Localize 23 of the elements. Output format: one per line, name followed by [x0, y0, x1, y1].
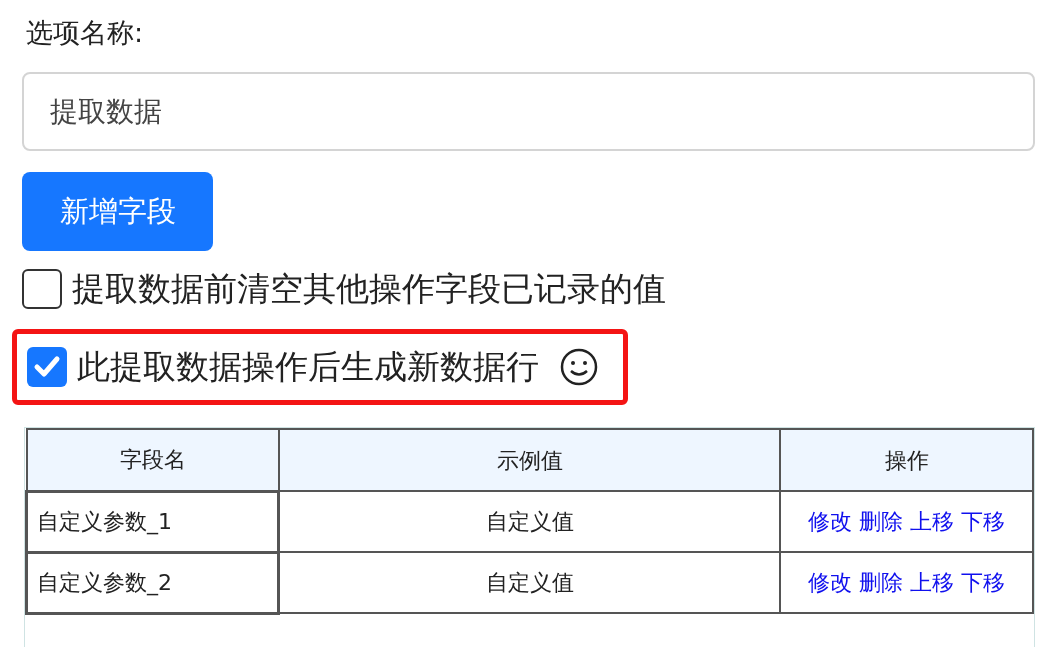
field-label: 选项名称: — [25, 16, 144, 50]
action-link[interactable]: 上移 — [910, 570, 955, 595]
column-header: 字段名 — [26, 429, 279, 491]
input-field[interactable]: 提取数据 — [22, 72, 1035, 151]
smiley-icon — [559, 347, 599, 387]
action-link[interactable]: 删除 — [859, 570, 904, 595]
action-link[interactable]: 下移 — [961, 509, 1006, 534]
action-link[interactable]: 上移 — [910, 509, 955, 534]
add-field-button[interactable]: 新增字段 — [22, 172, 213, 251]
action-link[interactable]: 修改 — [808, 509, 853, 534]
table-cell: 自定义参数_1 — [26, 491, 279, 552]
column-header: 操作 — [780, 429, 1033, 491]
table-cell: 自定义值 — [278, 552, 781, 613]
table-cell: 自定义值 — [278, 491, 781, 552]
table-cell: 自定义参数_2 — [26, 552, 279, 613]
action-link[interactable]: 删除 — [859, 509, 904, 534]
column-header: 示例值 — [278, 429, 781, 491]
checkbox[interactable] — [27, 347, 67, 387]
action-link[interactable]: 修改 — [808, 570, 853, 595]
checkbox-label: 此提取数据操作后生成新数据行 — [77, 347, 539, 387]
action-link[interactable]: 下移 — [961, 570, 1006, 595]
checkbox-label: 提取数据前清空其他操作字段已记录的值 — [72, 269, 666, 309]
checkbox[interactable] — [22, 269, 62, 309]
